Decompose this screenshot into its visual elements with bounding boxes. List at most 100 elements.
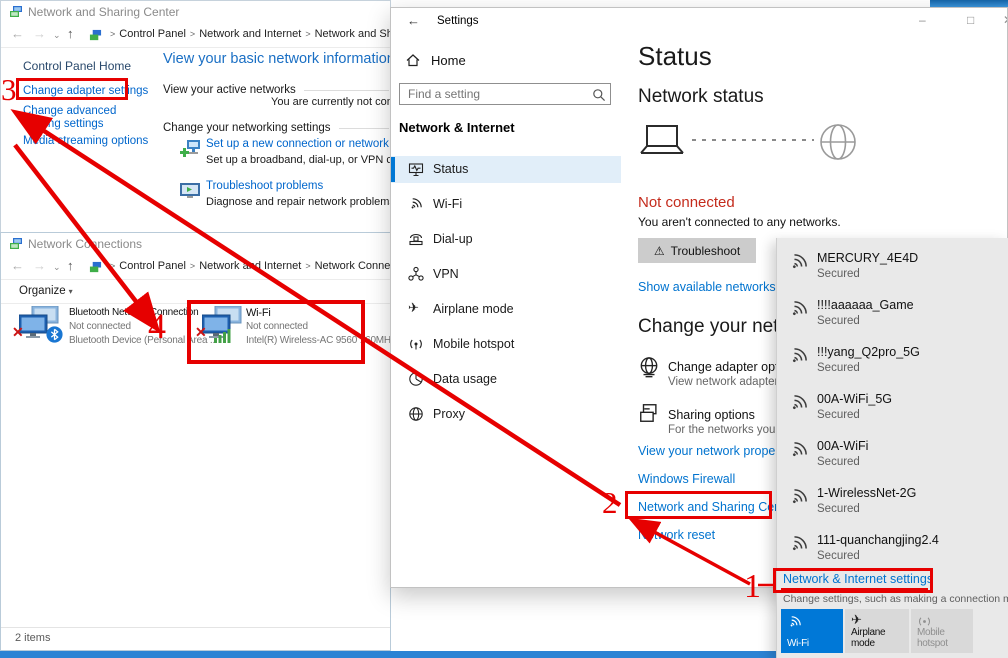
highlight-box-wifi-adapter: [187, 300, 365, 364]
network-reset-link[interactable]: Network reset: [638, 528, 715, 542]
sharing-options-icon: [638, 402, 660, 424]
setup-connection-desc: Set up a broadband, dial-up, or VPN conn…: [206, 154, 391, 166]
settings-nav-mobile-hotspot[interactable]: Mobile hotspot: [391, 331, 621, 358]
history-dropdown-icon[interactable]: ⌄: [53, 30, 61, 41]
divider: [339, 128, 390, 129]
settings-home[interactable]: Home: [431, 53, 466, 68]
bluetooth-icon: [46, 326, 63, 343]
wifi-network-status: Secured: [817, 268, 860, 280]
wifi-network-list: MERCURY_4E4D Secured !!!!aaaaaa_Game Sec…: [777, 244, 1008, 573]
wifi-network-item[interactable]: 00A-WiFi Secured: [777, 432, 1008, 479]
breadcrumb-location-icon: [89, 261, 102, 274]
wifi-network-status: Secured: [817, 503, 860, 515]
show-available-networks-link[interactable]: Show available networks: [638, 280, 776, 294]
breadcrumb-control-panel[interactable]: Control Panel: [119, 260, 186, 272]
forward-icon[interactable]: →: [33, 258, 46, 273]
wifi-network-status: Secured: [817, 456, 860, 468]
back-icon[interactable]: ←: [11, 26, 24, 41]
airplane-mode-quick-tile[interactable]: ✈ Airplane mode: [845, 609, 909, 653]
nsc-page-heading: View your basic network information and …: [163, 51, 391, 67]
setup-connection-item: Set up a new connection or network Set u…: [179, 138, 391, 166]
settings-nav-wifi[interactable]: Wi-Fi: [391, 191, 621, 218]
nc-navbar: ← → ⌄ ↑ >Control Panel>Network and Inter…: [1, 255, 390, 280]
items-count: 2 items: [15, 632, 50, 644]
sidebar-control-panel-home[interactable]: Control Panel Home: [23, 59, 131, 73]
wifi-network-item[interactable]: 111-quanchangjing2.4 Secured: [777, 526, 1008, 573]
adapter-name: Bluetooth Network Connection: [69, 307, 198, 318]
wifi-network-name: !!!!aaaaaa_Game: [817, 298, 914, 312]
nsc-titlebar[interactable]: Network and Sharing Center: [1, 1, 390, 23]
wifi-network-item[interactable]: 1-WirelessNet-2G Secured: [777, 479, 1008, 526]
sidebar-advanced-sharing-settings[interactable]: Change advanced sharing settings: [23, 105, 143, 131]
maximize-icon[interactable]: □: [967, 13, 974, 27]
wifi-network-status: Secured: [817, 315, 860, 327]
breadcrumb-network-sharing-center[interactable]: Network and Sharing Center: [315, 28, 391, 40]
divider: [304, 90, 389, 91]
settings-nav-dialup[interactable]: Dial-up: [391, 226, 621, 253]
nc-titlebar[interactable]: Network Connections: [1, 233, 390, 255]
error-x-icon: ✕: [12, 324, 24, 341]
search-input[interactable]: [400, 84, 590, 104]
wifi-signal-icon: [788, 251, 810, 273]
windows-firewall-link[interactable]: Windows Firewall: [638, 472, 735, 486]
breadcrumb-network-connections[interactable]: Network Connections: [315, 260, 391, 272]
settings-nav-data-usage[interactable]: Data usage: [391, 366, 621, 393]
organize-menu[interactable]: Organize▾: [19, 285, 73, 297]
settings-nav-proxy[interactable]: Proxy: [391, 401, 621, 428]
wifi-quick-tile[interactable]: Wi-Fi: [781, 609, 843, 653]
up-icon[interactable]: ↑: [67, 26, 74, 41]
new-connection-icon: [179, 139, 201, 161]
adapter-bluetooth[interactable]: ✕ Bluetooth Network Connection Not conne…: [15, 304, 195, 368]
chevron-icon: >: [106, 29, 119, 39]
wifi-network-item[interactable]: 00A-WiFi_5G Secured: [777, 385, 1008, 432]
close-icon[interactable]: ✕: [1003, 13, 1008, 27]
breadcrumb-control-panel[interactable]: Control Panel: [119, 28, 186, 40]
history-dropdown-icon[interactable]: ⌄: [53, 262, 61, 273]
network-window-icon: [9, 5, 23, 19]
network-internet-settings-desc: Change settings, such as making a connec…: [783, 593, 1008, 605]
chevron-icon: >: [106, 261, 119, 271]
active-networks-label: View your active networks: [163, 84, 296, 96]
settings-nav-airplane-mode[interactable]: ✈ Airplane mode: [391, 296, 621, 323]
settings-nav-vpn[interactable]: VPN: [391, 261, 621, 288]
wifi-network-item[interactable]: !!!yang_Q2pro_5G Secured: [777, 338, 1008, 385]
desktop-screenshot: Network and Sharing Center ← → ⌄ ↑ >Cont…: [0, 0, 1008, 658]
settings-search-box[interactable]: [399, 83, 611, 105]
troubleshoot-button[interactable]: ⚠ Troubleshoot: [638, 238, 756, 263]
not-connected-desc: You aren't connected to any networks.: [638, 215, 841, 229]
troubleshoot-problems-link[interactable]: Troubleshoot problems: [206, 180, 391, 192]
breadcrumb-network-internet[interactable]: Network and Internet: [199, 28, 301, 40]
breadcrumb: >Control Panel>Network and Internet>Netw…: [106, 28, 391, 40]
wifi-network-name: 1-WirelessNet-2G: [817, 486, 916, 500]
wifi-network-item[interactable]: !!!!aaaaaa_Game Secured: [777, 291, 1008, 338]
nc-window-title: Network Connections: [28, 237, 142, 251]
forward-icon[interactable]: →: [33, 26, 46, 41]
airplane-icon: ✈: [851, 612, 862, 628]
settings-nav-status[interactable]: Status: [391, 156, 621, 183]
back-icon[interactable]: ←: [11, 258, 24, 273]
step-number-2: 2: [602, 487, 618, 518]
wifi-icon: [408, 196, 424, 212]
wifi-network-item[interactable]: MERCURY_4E4D Secured: [777, 244, 1008, 291]
setup-connection-link[interactable]: Set up a new connection or network: [206, 138, 391, 150]
home-icon: [405, 52, 421, 68]
change-settings-section: Change your networking settings: [163, 122, 389, 134]
status-icon: [408, 161, 424, 177]
wifi-network-name: 00A-WiFi_5G: [817, 392, 892, 406]
troubleshoot-icon: [179, 181, 201, 203]
sidebar-media-streaming-options[interactable]: Media streaming options: [23, 135, 148, 147]
not-connected-note: You are currently not connected to any n…: [271, 96, 391, 108]
settings-back-icon[interactable]: ←: [407, 13, 420, 28]
minimize-icon[interactable]: –: [919, 13, 926, 27]
highlight-box-change-adapter-settings: [16, 78, 128, 100]
sharing-options[interactable]: Sharing options: [668, 408, 755, 422]
wifi-network-name: !!!yang_Q2pro_5G: [817, 345, 920, 359]
wifi-network-status: Secured: [817, 362, 860, 374]
up-icon[interactable]: ↑: [67, 258, 74, 273]
background-window-edge: [930, 0, 1008, 7]
view-network-properties-link[interactable]: View your network properties: [638, 444, 799, 458]
breadcrumb-network-internet[interactable]: Network and Internet: [199, 260, 301, 272]
highlight-box-network-sharing-center-link: [625, 491, 772, 519]
wifi-signal-icon: [788, 533, 810, 555]
mobile-hotspot-quick-tile[interactable]: Mobile hotspot: [911, 609, 973, 653]
